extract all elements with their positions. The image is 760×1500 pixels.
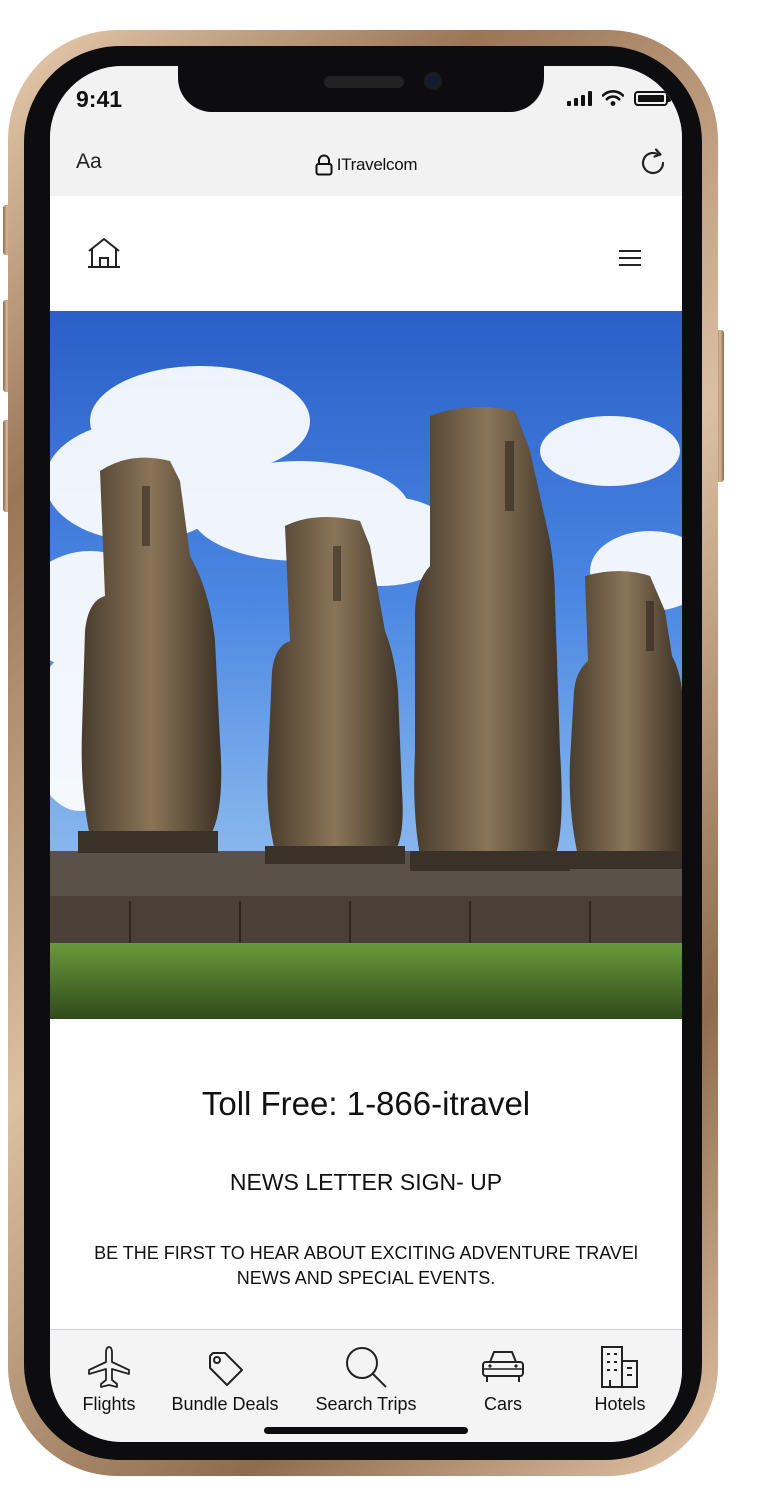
tab-cars[interactable]: Cars: [440, 1344, 566, 1415]
earpiece-speaker: [324, 76, 404, 88]
bottom-tab-bar: Flights Bundle Deals Search Trips Cars H…: [50, 1329, 682, 1442]
tab-cars-label: Cars: [483, 1394, 522, 1414]
airplane-icon: [88, 1346, 130, 1388]
status-time: 9:41: [76, 86, 123, 112]
newsletter-line-2: NEWS AND SPECIAL EVENTS.: [236, 1268, 496, 1288]
hamburger-menu-icon[interactable]: [618, 248, 642, 268]
newsletter-description: BE THE FIRST TO HEAR ABOUT EXCITING ADVE…: [60, 1241, 672, 1291]
notch: [178, 66, 544, 112]
building-icon: [601, 1346, 638, 1388]
newsletter-line-1: BE THE FIRST TO HEAR ABOUT EXCITING ADVE…: [94, 1243, 638, 1263]
reload-icon[interactable]: [636, 146, 670, 180]
tab-flights[interactable]: Flights: [50, 1344, 172, 1415]
url-text: ITravelcom: [336, 155, 418, 174]
lock-icon: [315, 154, 333, 176]
address-bar[interactable]: ITravelcom: [50, 154, 682, 176]
front-camera: [424, 72, 442, 90]
phone-screen: 9:41 Aa ITravelcom Toll Free: 1-866-itra…: [50, 66, 682, 1442]
site-header: [50, 196, 682, 311]
tab-search-trips[interactable]: Search Trips: [303, 1344, 429, 1415]
wifi-icon: [602, 90, 624, 106]
moai-statues-illustration: [50, 366, 682, 1019]
content-section: Toll Free: 1-866-itravel NEWS LETTER SIG…: [50, 1019, 682, 1329]
status-icons: [567, 90, 671, 106]
tab-search-trips-label: Search Trips: [315, 1394, 417, 1414]
tab-bundle-deals-label: Bundle Deals: [171, 1394, 279, 1414]
home-icon[interactable]: [86, 236, 122, 270]
cellular-signal-icon: [567, 90, 592, 106]
car-icon: [482, 1351, 524, 1382]
toll-free-number[interactable]: Toll Free: 1-866-itravel: [50, 1085, 682, 1123]
tab-bundle-deals[interactable]: Bundle Deals: [162, 1344, 288, 1415]
tag-icon: [209, 1352, 243, 1386]
newsletter-title: NEWS LETTER SIGN- UP: [229, 1169, 503, 1195]
tab-hotels-label: Hotels: [594, 1394, 646, 1414]
search-icon: [346, 1347, 387, 1388]
tab-hotels[interactable]: Hotels: [557, 1344, 682, 1415]
home-indicator[interactable]: [264, 1427, 468, 1434]
hero-image: [50, 311, 682, 1019]
tab-flights-label: Flights: [82, 1394, 136, 1414]
battery-icon: [634, 90, 671, 106]
